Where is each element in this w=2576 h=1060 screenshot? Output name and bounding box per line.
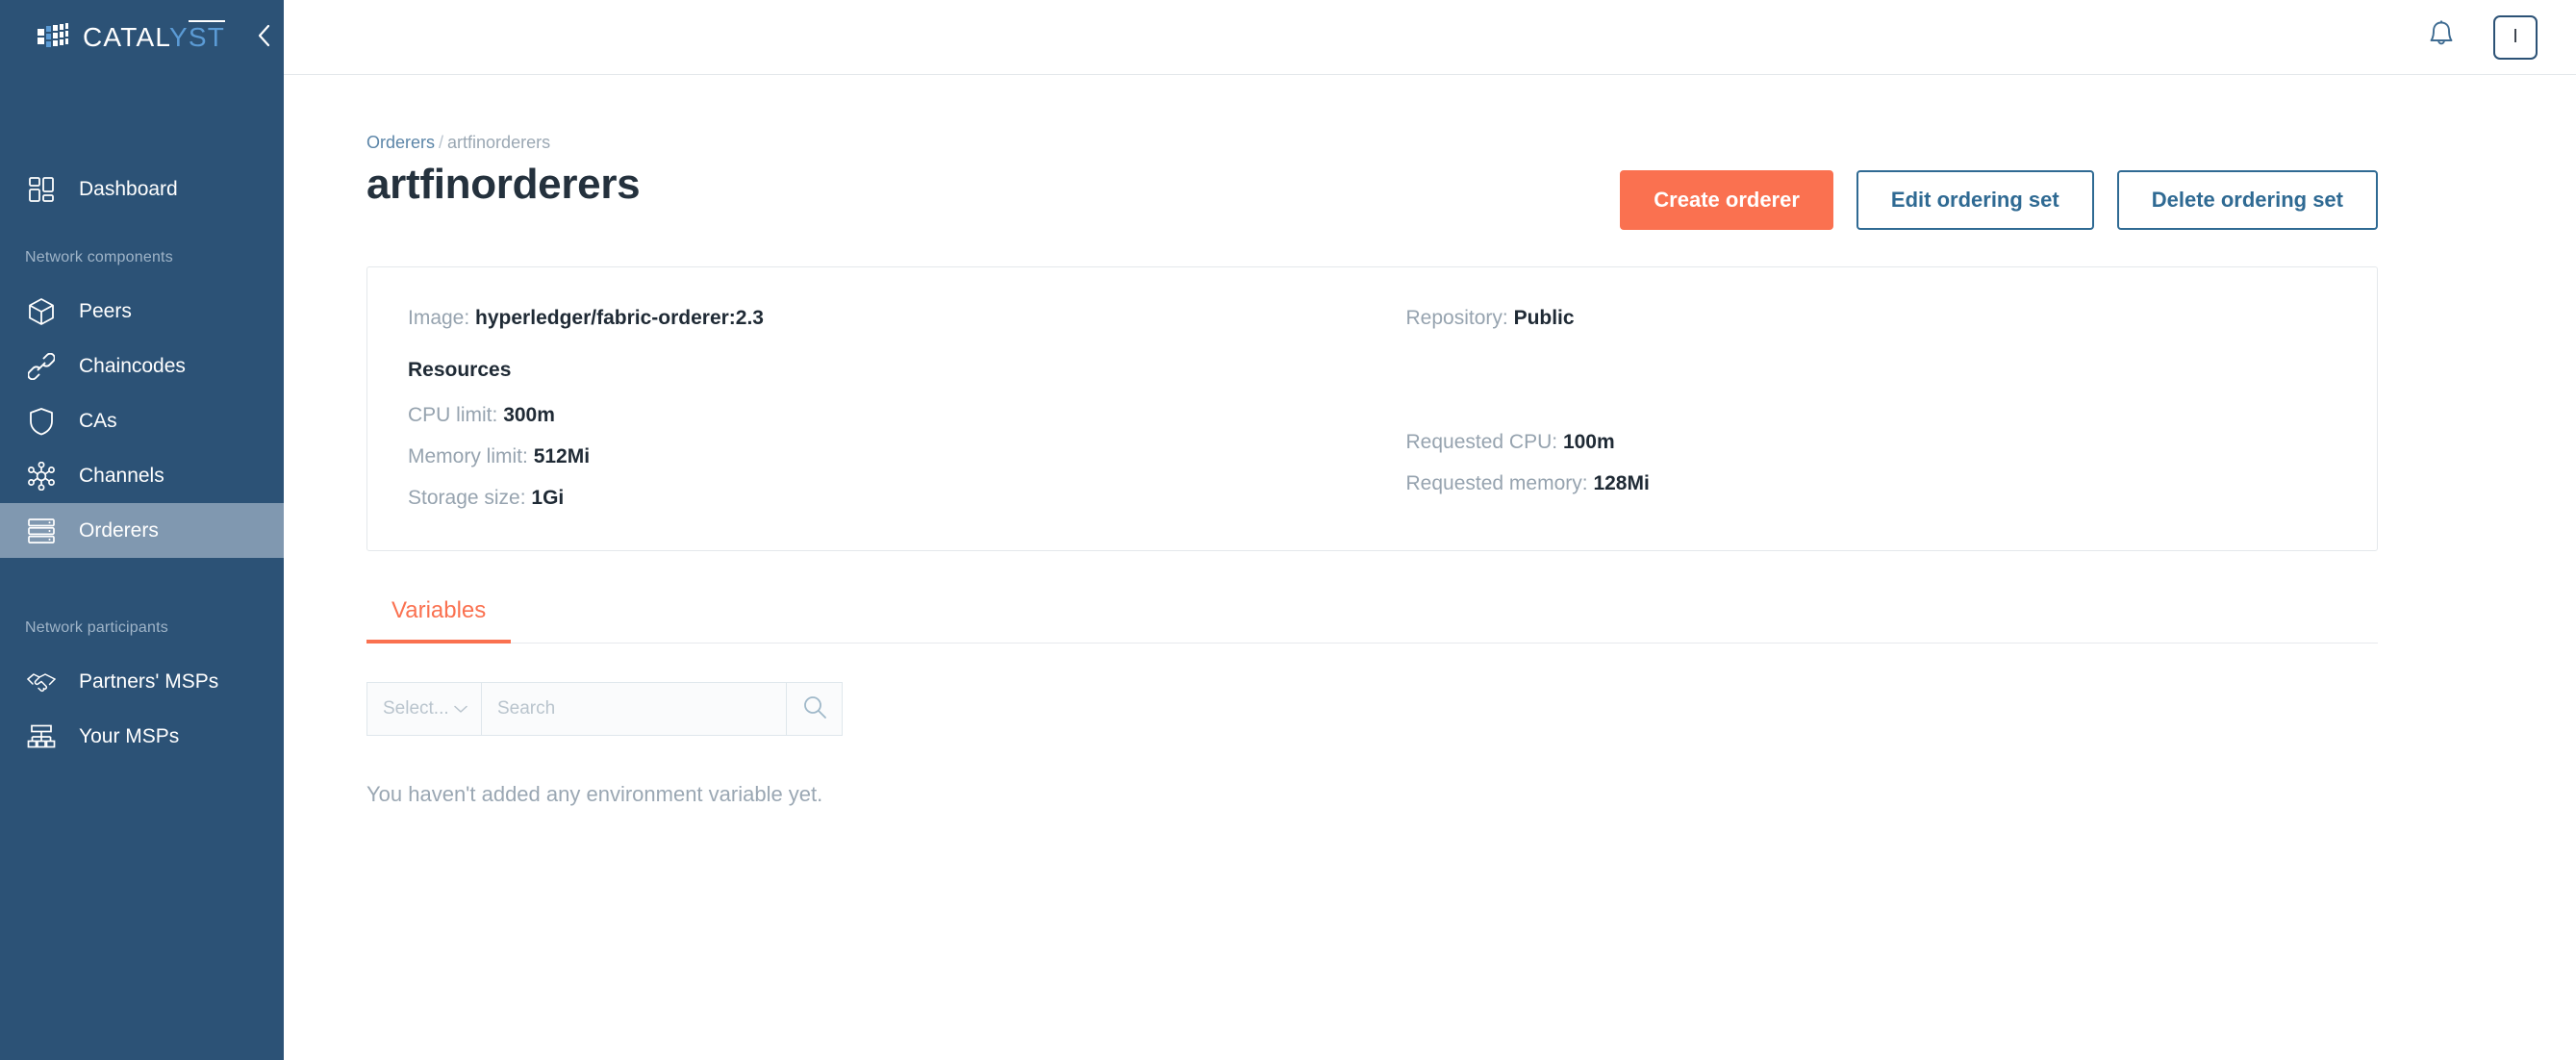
orderer-info-card: Image: hyperledger/fabric-orderer:2.3 Re… xyxy=(366,266,2378,551)
info-card-right-column: Repository: Public Requested CPU: 100m R… xyxy=(1339,308,2337,508)
brand-logo-group[interactable]: CATALYST xyxy=(37,20,226,53)
memory-limit-value: 512Mi xyxy=(533,445,591,467)
org-chart-icon xyxy=(25,720,58,753)
cpu-limit-row: CPU limit: 300m xyxy=(408,405,1339,425)
variables-filter-row: Select... xyxy=(366,682,2576,736)
breadcrumb-parent-link[interactable]: Orderers xyxy=(366,133,435,152)
sidebar-item-dashboard[interactable]: Dashboard xyxy=(0,162,284,216)
page-content: Orderers / artfinorderers artfinorderers C… xyxy=(284,75,2576,807)
avatar-initial: I xyxy=(2513,26,2518,47)
bell-icon xyxy=(2427,19,2456,55)
page-actions: Create orderer Edit ordering set Delete … xyxy=(1620,170,2378,230)
requested-cpu-value: 100m xyxy=(1562,431,1615,453)
requested-memory-row: Requested memory: 128Mi xyxy=(1406,473,2337,493)
brand-name: CATALYST xyxy=(83,20,226,52)
sidebar-item-label: Channels xyxy=(79,464,164,487)
notifications-button[interactable] xyxy=(2422,18,2461,57)
sidebar-item-label: Peers xyxy=(79,299,132,322)
edit-ordering-set-button[interactable]: Edit ordering set xyxy=(1856,170,2094,230)
sidebar-item-label: CAs xyxy=(79,409,117,432)
requested-memory-label: Requested memory: xyxy=(1405,472,1588,494)
sidebar-header: CATALYST xyxy=(0,0,284,75)
sidebar-item-label: Partners' MSPs xyxy=(79,669,219,693)
storage-size-row: Storage size: 1Gi xyxy=(408,488,1339,508)
app-root: CATALYST Dashboard Network components Pe… xyxy=(0,0,2576,1060)
chevron-left-icon xyxy=(255,23,274,53)
requested-memory-value: 128Mi xyxy=(1593,472,1650,494)
repository-row: Repository: Public xyxy=(1406,308,2337,328)
sidebar-section-network-components: Network components xyxy=(25,249,173,265)
sidebar-item-partners-msps[interactable]: Partners' MSPs xyxy=(0,654,284,709)
sidebar-item-label: Dashboard xyxy=(79,177,178,200)
select-value: Select... xyxy=(383,698,449,719)
handshake-icon xyxy=(25,666,58,698)
link-chain-icon xyxy=(25,350,58,383)
search-icon xyxy=(802,694,827,724)
image-label: Image: xyxy=(408,307,470,329)
repository-value: Public xyxy=(1513,307,1575,329)
search-input[interactable] xyxy=(497,698,770,719)
search-field-wrapper xyxy=(482,682,787,736)
chevron-down-icon xyxy=(454,698,467,719)
page-title: artfinorderers xyxy=(366,161,641,208)
image-value: hyperledger/fabric-orderer:2.3 xyxy=(475,307,764,329)
tab-bar: Variables xyxy=(366,597,2378,644)
empty-state-message: You haven't added any environment variab… xyxy=(366,782,823,806)
sidebar-item-label: Chaincodes xyxy=(79,354,186,377)
tab-variables[interactable]: Variables xyxy=(366,597,512,644)
topbar: I xyxy=(284,0,2576,75)
cpu-limit-label: CPU limit: xyxy=(408,404,498,426)
image-row: Image: hyperledger/fabric-orderer:2.3 xyxy=(408,308,1339,328)
column-spacer xyxy=(1406,349,2337,432)
sidebar-item-label: Orderers xyxy=(79,518,159,542)
cpu-limit-value: 300m xyxy=(503,404,555,426)
breadcrumb-current: artfinorderers xyxy=(447,133,551,152)
sidebar-item-your-msps[interactable]: Your MSPs xyxy=(0,709,284,764)
sidebar-item-orderers[interactable]: Orderers xyxy=(0,503,284,558)
memory-limit-label: Memory limit: xyxy=(408,445,528,467)
sidebar: CATALYST Dashboard Network components Pe… xyxy=(0,0,284,1060)
breadcrumb-separator: / xyxy=(439,133,444,152)
memory-limit-row: Memory limit: 512Mi xyxy=(408,446,1339,467)
create-orderer-button[interactable]: Create orderer xyxy=(1620,170,1833,230)
storage-size-label: Storage size: xyxy=(408,487,526,509)
delete-ordering-set-button[interactable]: Delete ordering set xyxy=(2116,170,2378,230)
server-stack-icon xyxy=(25,515,58,547)
variable-type-select[interactable]: Select... xyxy=(366,682,482,736)
sidebar-item-peers[interactable]: Peers xyxy=(0,284,284,339)
main-area: I Orderers / artfinorderers artfinorderers… xyxy=(284,0,2576,1060)
shield-icon xyxy=(25,405,58,438)
network-hub-icon xyxy=(25,460,58,492)
sidebar-item-channels[interactable]: Channels xyxy=(0,448,284,503)
info-card-left-column: Image: hyperledger/fabric-orderer:2.3 Re… xyxy=(408,308,1339,508)
grid-dashboard-icon xyxy=(25,173,58,206)
requested-cpu-label: Requested CPU: xyxy=(1405,431,1558,453)
search-submit-button[interactable] xyxy=(787,682,843,736)
sidebar-item-chaincodes[interactable]: Chaincodes xyxy=(0,339,284,393)
sidebar-collapse-button[interactable] xyxy=(250,23,279,52)
cube-grid-icon xyxy=(37,23,69,52)
title-row: artfinorderers Create orderer Edit order… xyxy=(366,161,2576,230)
cube-icon xyxy=(25,295,58,328)
sidebar-section-network-participants: Network participants xyxy=(25,619,168,636)
breadcrumb: Orderers / artfinorderers xyxy=(366,133,2576,153)
storage-size-value: 1Gi xyxy=(531,487,565,509)
sidebar-item-label: Your MSPs xyxy=(79,724,180,747)
avatar[interactable]: I xyxy=(2493,14,2538,60)
resources-heading: Resources xyxy=(408,359,512,381)
requested-cpu-row: Requested CPU: 100m xyxy=(1406,432,2337,452)
sidebar-item-cas[interactable]: CAs xyxy=(0,393,284,448)
repository-label: Repository: xyxy=(1405,307,1508,329)
